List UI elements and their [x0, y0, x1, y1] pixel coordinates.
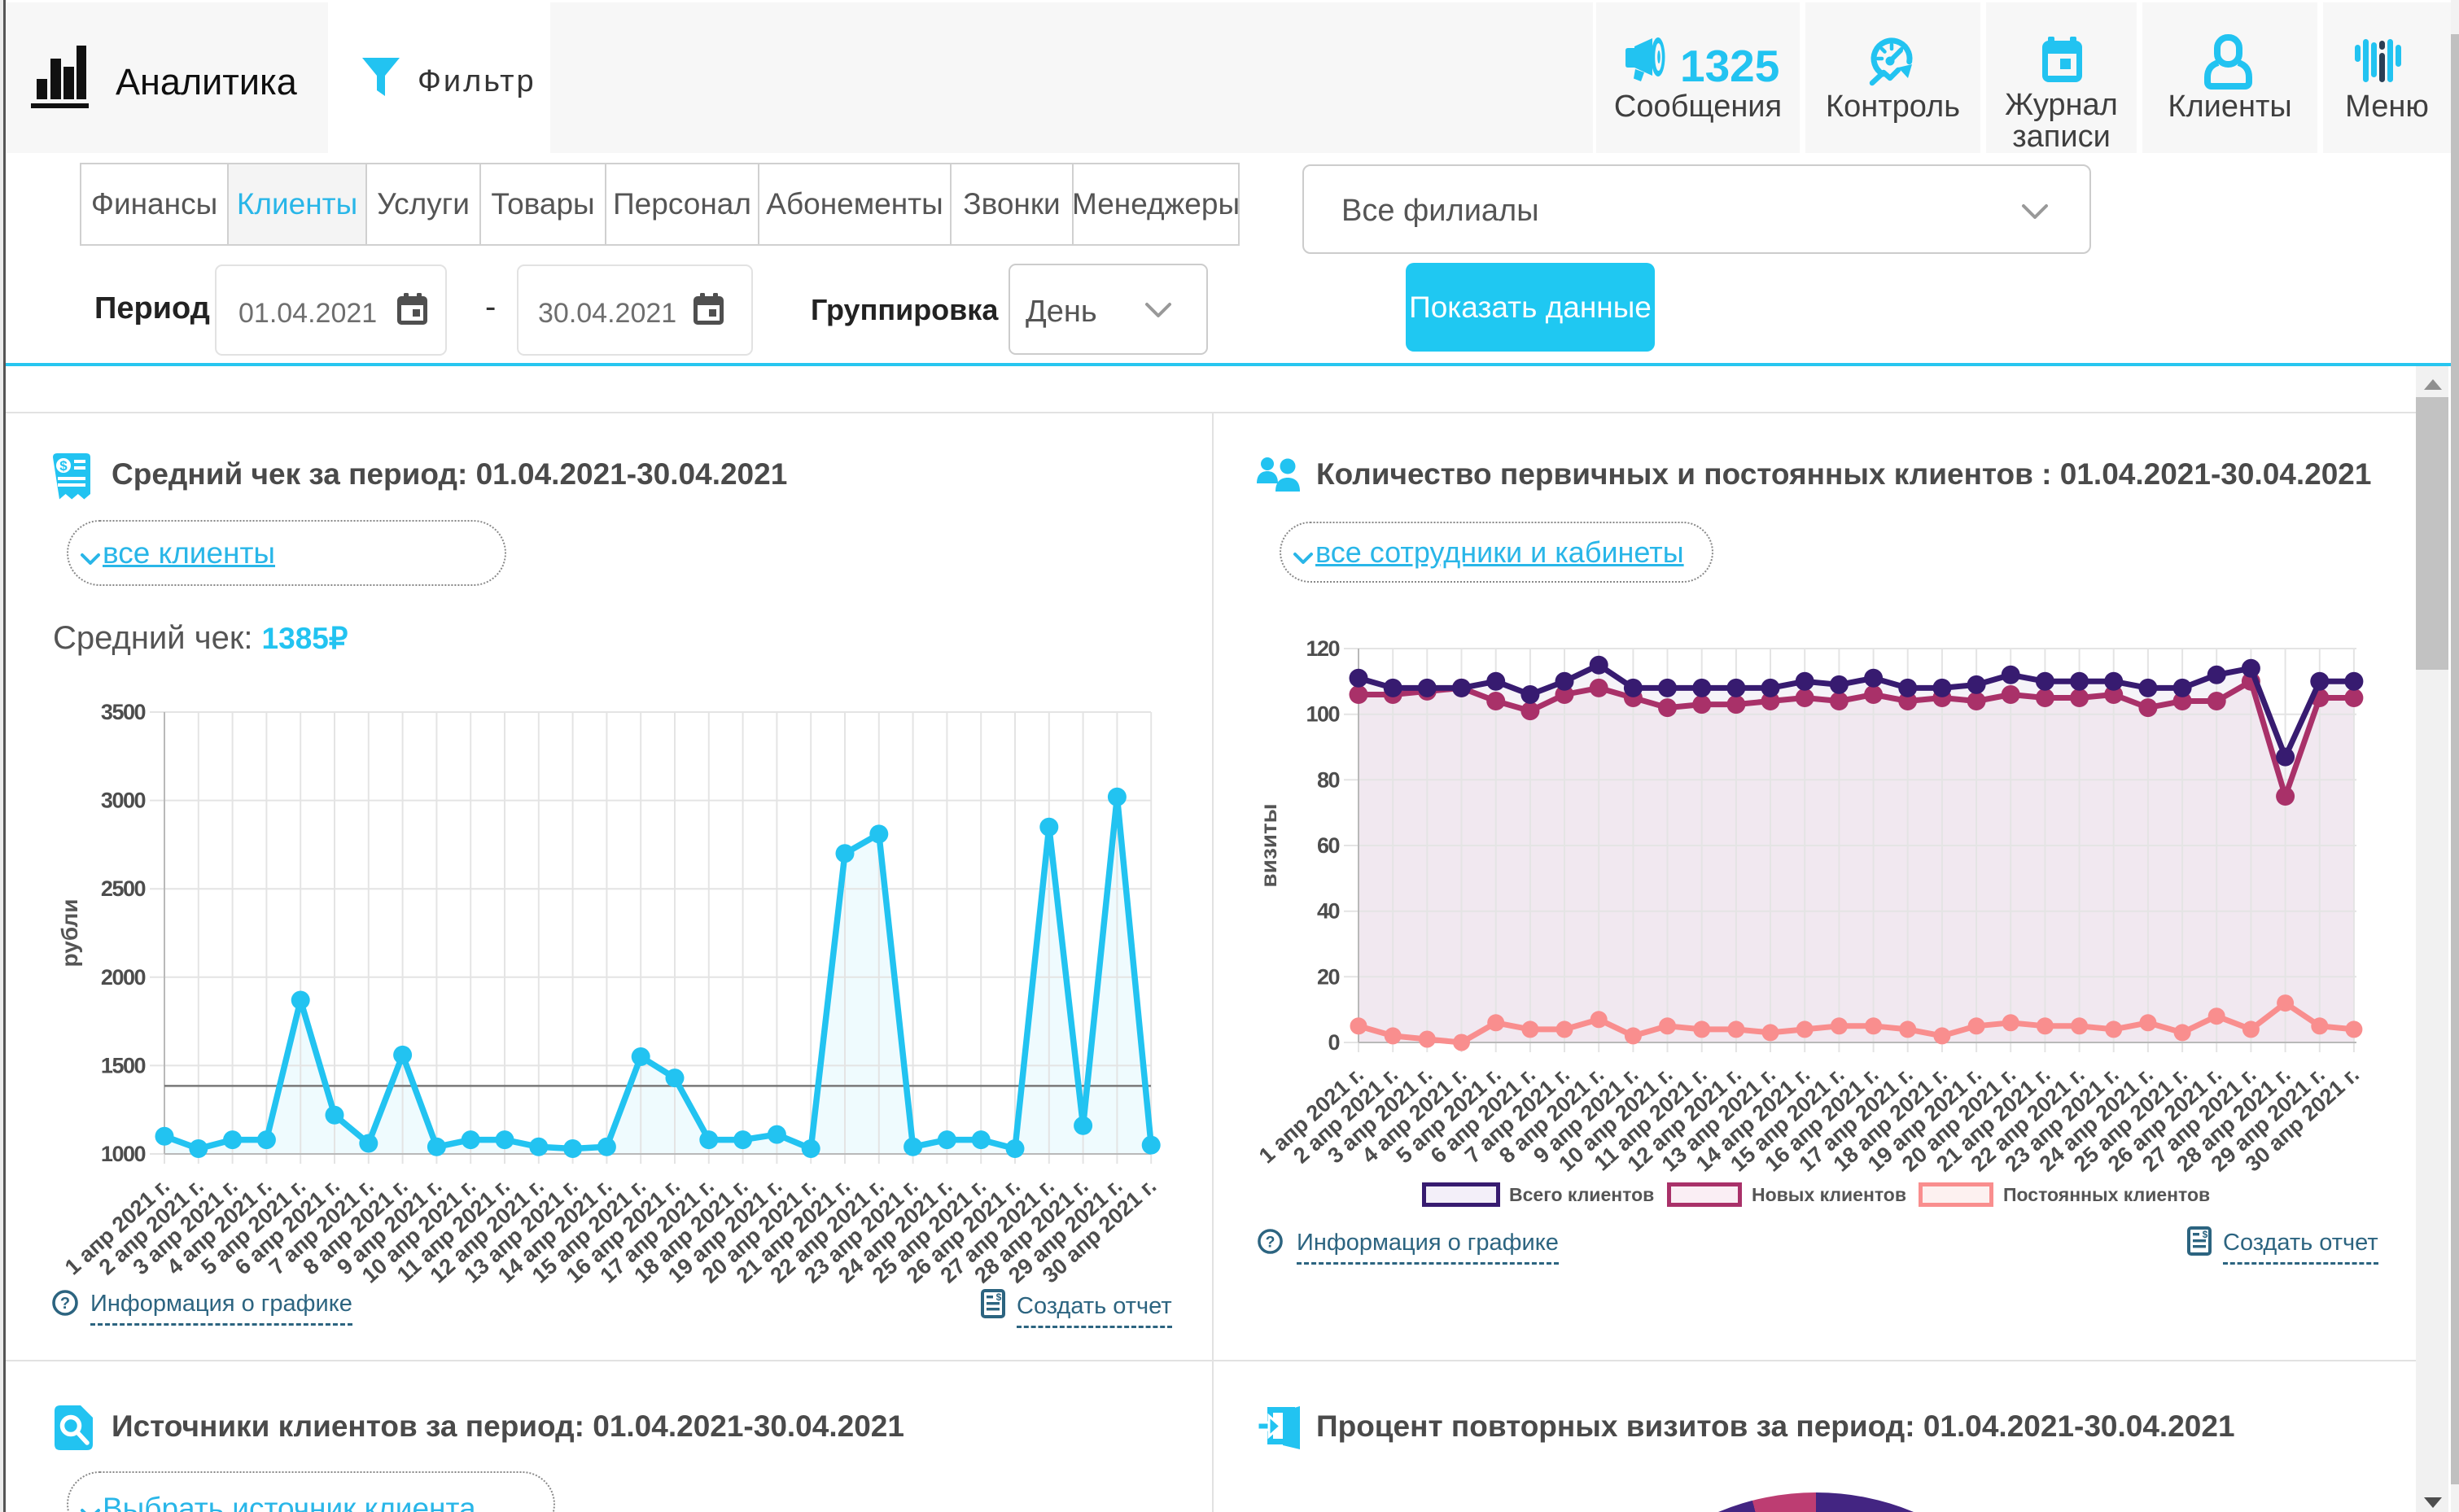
svg-text:0: 0	[1328, 1030, 1339, 1055]
svg-text:2000: 2000	[101, 965, 146, 990]
svg-text:$: $	[2203, 1229, 2208, 1240]
svg-text:3500: 3500	[101, 700, 146, 724]
svg-text:?: ?	[60, 1295, 70, 1313]
svg-text:20: 20	[1317, 964, 1340, 989]
svg-text:визиты: визиты	[1256, 803, 1281, 887]
svg-text:100: 100	[1306, 702, 1339, 727]
svg-text:?: ?	[1266, 1233, 1275, 1251]
svg-text:2500: 2500	[101, 876, 146, 901]
svg-text:1000: 1000	[101, 1142, 146, 1166]
svg-text:рубли: рубли	[57, 899, 82, 968]
svg-text:$: $	[996, 1291, 1002, 1303]
svg-text:60: 60	[1317, 833, 1340, 858]
svg-text:120: 120	[1306, 636, 1339, 661]
svg-text:1500: 1500	[101, 1053, 146, 1077]
svg-text:40: 40	[1317, 899, 1340, 924]
svg-text:3000: 3000	[101, 789, 146, 813]
svg-text:80: 80	[1317, 767, 1340, 792]
